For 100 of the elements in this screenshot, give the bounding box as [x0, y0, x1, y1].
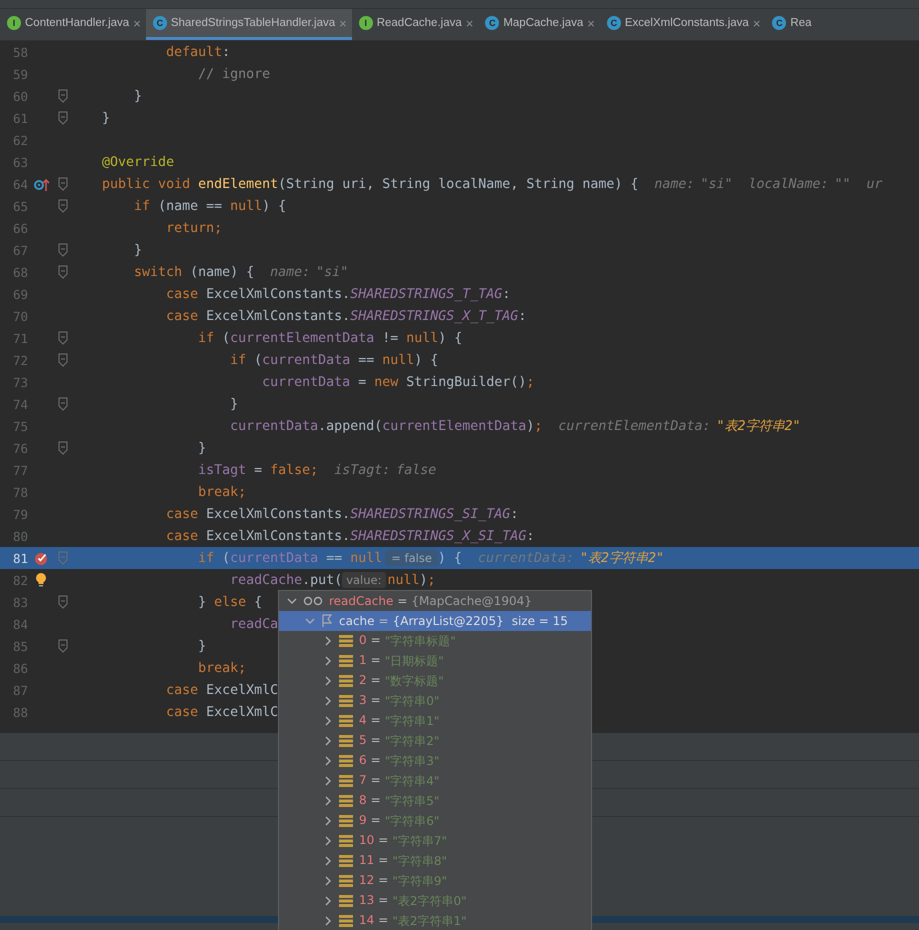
equals-sign: =: [370, 692, 381, 708]
equals-sign: =: [370, 792, 381, 808]
variable-value: "字符串5": [384, 792, 440, 810]
list-lines-icon: [339, 815, 353, 827]
editor-tab[interactable]: C ExcelXmlConstants.java ×: [600, 9, 766, 40]
line-number: 82: [12, 572, 29, 588]
flag-icon: [321, 614, 333, 628]
variable-row[interactable]: cache = {ArrayList@2205} size = 15: [279, 611, 591, 631]
code-text: }: [197, 440, 206, 456]
variable-row[interactable]: 3 = "字符串0": [279, 691, 591, 711]
variable-row[interactable]: 5 = "字符串2": [279, 731, 591, 751]
list-lines-icon: [339, 875, 353, 887]
file-type-icon: C: [772, 16, 786, 30]
list-lines-icon: [339, 795, 353, 807]
variable-value: "字符串3": [384, 752, 440, 770]
debug-value-hint: isTagt: false: [334, 462, 436, 478]
variable-value: "表2字符串0": [392, 892, 467, 910]
code-text: @Override: [101, 154, 174, 170]
variable-name: 3: [359, 692, 367, 708]
variable-value: "字符串0": [384, 692, 440, 710]
editor-tab[interactable]: C MapCache.java ×: [478, 9, 600, 40]
line-number: 63: [12, 154, 29, 170]
line-number: 68: [12, 264, 29, 280]
equals-sign: =: [370, 712, 381, 728]
equals-sign: =: [370, 652, 381, 668]
equals-sign: =: [397, 594, 408, 608]
variable-value: "字符串1": [384, 712, 440, 730]
variable-row[interactable]: 9 = "字符串6": [279, 811, 591, 831]
variable-value: "字符串7": [392, 832, 448, 850]
close-icon[interactable]: ×: [752, 16, 760, 30]
variable-row[interactable]: 8 = "字符串5": [279, 791, 591, 811]
variable-row[interactable]: 1 = "日期标题": [279, 651, 591, 671]
variable-row[interactable]: 14 = "表2字符串1": [279, 911, 591, 930]
list-lines-icon: [339, 655, 353, 667]
code-text: case ExcelXmlC: [165, 682, 278, 698]
code-text: }: [133, 242, 142, 258]
line-number: 75: [12, 418, 29, 434]
variable-name: cache: [339, 614, 375, 628]
line-number: 81: [12, 550, 29, 566]
code-text: default:: [165, 44, 230, 60]
line-number: 74: [12, 396, 29, 412]
editor-tab[interactable]: C SharedStringsTableHandler.java ×: [146, 9, 352, 40]
variable-row[interactable]: 13 = "表2字符串0": [279, 891, 591, 911]
line-number: 59: [12, 66, 29, 82]
file-type-icon: C: [606, 16, 621, 30]
close-icon[interactable]: ×: [587, 16, 595, 30]
code-text: ) {: [438, 550, 462, 566]
line-number: 60: [12, 88, 29, 104]
variable-value: "字符串6": [384, 812, 440, 830]
debug-value-hint: name: "si": [654, 176, 732, 192]
line-number: 79: [12, 506, 29, 522]
variable-row[interactable]: 12 = "字符串9": [279, 871, 591, 891]
list-lines-icon: [339, 715, 353, 727]
code-text: public void endElement(String uri, String localName, String name) {: [101, 176, 638, 192]
editor-tab[interactable]: I ContentHandler.java ×: [0, 9, 146, 40]
variable-name: 6: [359, 752, 367, 768]
line-number: 77: [12, 462, 29, 478]
variable-value: "数字标题": [384, 672, 444, 690]
line-number: 70: [12, 308, 29, 324]
variable-row[interactable]: readCache = {MapCache@1904}: [279, 591, 591, 611]
code-text: switch (name) {: [133, 264, 254, 280]
variable-row[interactable]: 7 = "字符串4": [279, 771, 591, 791]
variable-name: 12: [359, 872, 374, 888]
equals-sign: =: [378, 892, 388, 908]
equals-sign: =: [370, 772, 381, 788]
variable-row[interactable]: 4 = "字符串1": [279, 711, 591, 731]
close-icon[interactable]: ×: [466, 16, 474, 30]
variable-row[interactable]: 6 = "字符串3": [279, 751, 591, 771]
equals-sign: =: [370, 752, 381, 768]
code-text: readCa: [229, 616, 278, 632]
code-text: case ExcelXmlC: [165, 704, 278, 720]
variable-row[interactable]: 0 = "字符串标题": [279, 631, 591, 651]
code-text: }: [229, 396, 238, 412]
list-lines-icon: [339, 675, 353, 687]
debug-value-hint: currentElementData: "表2字符串2": [558, 418, 800, 435]
code-text: if (name == null) {: [133, 198, 286, 214]
close-icon[interactable]: ×: [133, 16, 141, 30]
variable-name: 13: [359, 892, 374, 908]
variable-value: {MapCache@1904}: [411, 594, 532, 608]
editor-tab[interactable]: C Rea: [765, 9, 817, 40]
editor-tab[interactable]: I ReadCache.java ×: [352, 9, 478, 40]
code-text: }: [101, 110, 110, 126]
variable-row[interactable]: 2 = "数字标题": [279, 671, 591, 691]
code-text: }: [133, 88, 142, 104]
variable-row[interactable]: 10 = "字符串7": [279, 831, 591, 851]
code-text: break;: [197, 484, 246, 500]
equals-sign: =: [378, 912, 388, 928]
variable-name: 1: [359, 652, 367, 668]
list-lines-icon: [339, 635, 353, 647]
variable-row[interactable]: 11 = "字符串8": [279, 851, 591, 871]
line-number: 87: [12, 682, 29, 698]
line-number: 67: [12, 242, 29, 258]
line-number: 71: [12, 330, 29, 346]
list-lines-icon: [339, 695, 353, 707]
equals-sign: =: [370, 632, 381, 648]
variable-value: "字符串2": [384, 732, 440, 750]
debug-value-hint: name: "si": [270, 264, 348, 280]
variable-name: 11: [359, 852, 374, 868]
list-lines-icon: [339, 915, 353, 927]
code-text: } else {: [197, 594, 262, 610]
